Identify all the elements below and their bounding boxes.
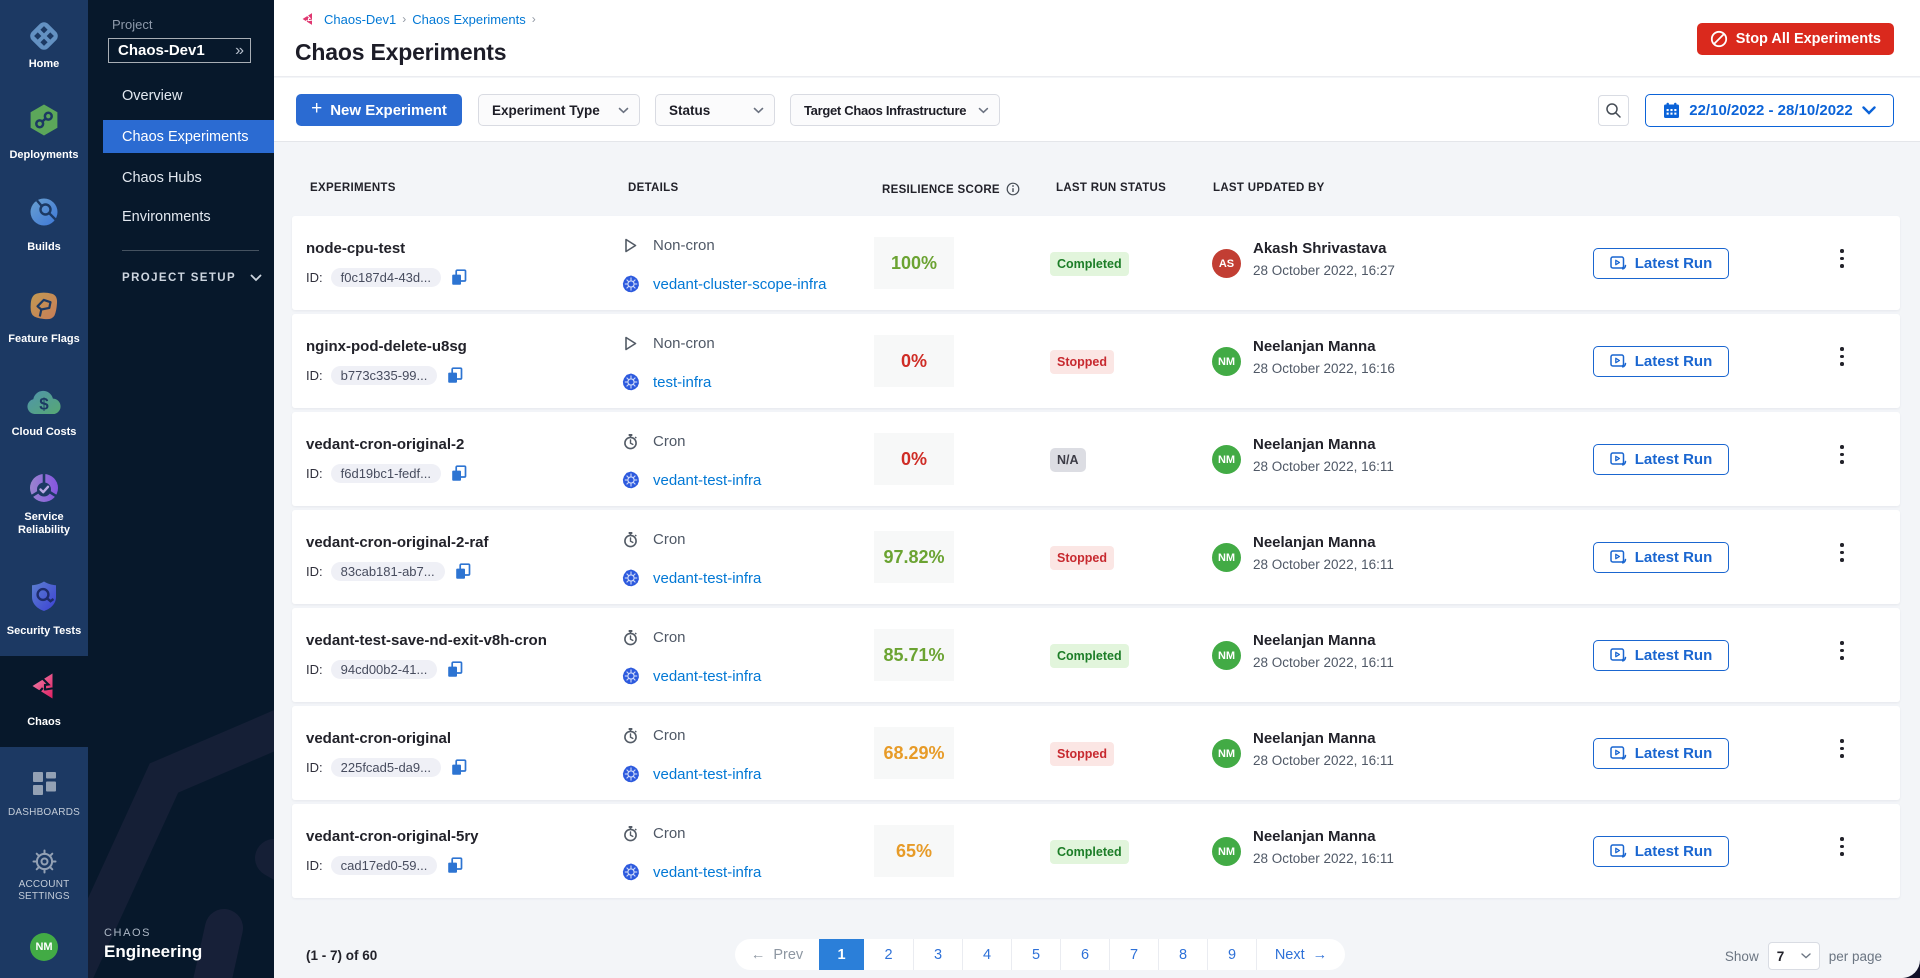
svg-text:$: $ xyxy=(39,395,49,414)
